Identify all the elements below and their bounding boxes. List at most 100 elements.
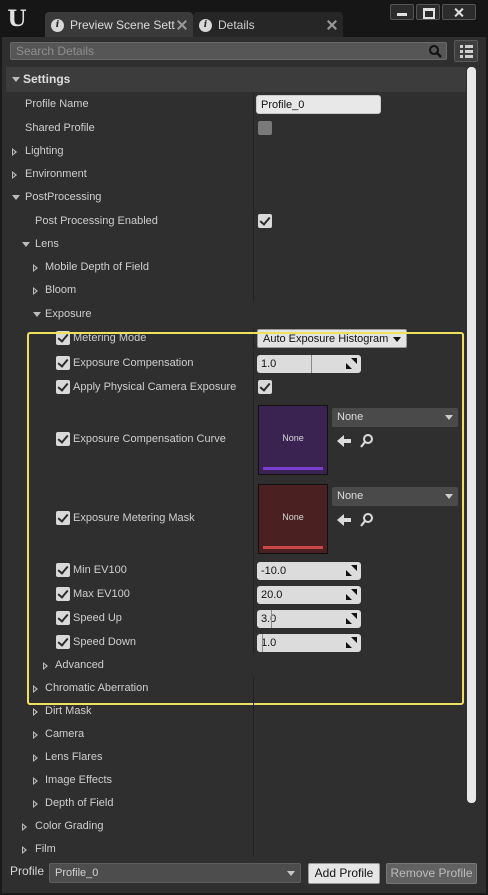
view-options-button[interactable]: [454, 40, 478, 62]
column-splitter: [253, 93, 254, 116]
row-speed-up: Speed Up 3.0: [6, 607, 466, 630]
remove-profile-button[interactable]: Remove Profile: [386, 863, 477, 884]
curve-thumbnail[interactable]: None: [258, 405, 328, 475]
close-tab-icon[interactable]: [327, 20, 337, 30]
column-splitter: [253, 479, 254, 558]
override-checkbox[interactable]: [56, 331, 70, 345]
arrow-left-icon[interactable]: [336, 433, 352, 449]
row-mobile-depth-of-field[interactable]: Mobile Depth of Field: [6, 256, 466, 279]
profile-footer: Profile Profile_0 Add Profile Remove Pro…: [2, 859, 486, 887]
chevron-down-icon: [393, 337, 401, 342]
max-ev100-field[interactable]: 20.0: [257, 586, 361, 604]
row-lighting[interactable]: Lighting: [6, 140, 466, 163]
override-checkbox[interactable]: [56, 611, 70, 625]
row-speed-down: Speed Down 1.0: [6, 631, 466, 654]
row-image-effects[interactable]: Image Effects: [6, 769, 466, 792]
override-checkbox[interactable]: [56, 356, 70, 370]
profile-name-field[interactable]: Profile_0: [256, 95, 381, 114]
minimize-button[interactable]: [390, 4, 414, 20]
apply-physical-camera-exposure-checkbox[interactable]: [258, 380, 272, 394]
shared-profile-checkbox[interactable]: [258, 121, 272, 135]
category-settings[interactable]: Settings: [6, 67, 466, 92]
row-dirt-mask[interactable]: Dirt Mask: [6, 700, 466, 723]
row-chromatic-aberration[interactable]: Chromatic Aberration: [6, 677, 466, 700]
collapsed-arrow-icon[interactable]: [22, 846, 27, 854]
metering-mode-dropdown[interactable]: Auto Exposure Histogram: [257, 329, 407, 348]
column-splitter: [253, 815, 254, 838]
collapsed-arrow-icon[interactable]: [12, 148, 17, 156]
override-checkbox[interactable]: [56, 635, 70, 649]
row-post-processing-enabled: Post Processing Enabled: [6, 210, 466, 233]
collapsed-arrow-icon[interactable]: [33, 754, 38, 762]
row-lens[interactable]: Lens: [6, 233, 466, 256]
search-input[interactable]: [16, 43, 416, 59]
override-checkbox[interactable]: [56, 587, 70, 601]
collapsed-arrow-icon[interactable]: [33, 731, 38, 739]
override-checkbox[interactable]: [56, 432, 70, 446]
tab-preview-scene-settings[interactable]: i Preview Scene Sett: [45, 12, 193, 38]
row-exposure-compensation-curve: Exposure Compensation Curve None None: [6, 400, 466, 479]
tab-details[interactable]: i Details: [193, 12, 343, 38]
vertical-scrollbar[interactable]: [467, 67, 476, 803]
row-film[interactable]: Film: [6, 838, 466, 857]
expand-arrow-icon[interactable]: [12, 195, 20, 200]
collapsed-arrow-icon[interactable]: [33, 777, 38, 785]
override-checkbox[interactable]: [56, 563, 70, 577]
row-advanced[interactable]: Advanced: [6, 654, 466, 677]
row-postprocessing[interactable]: PostProcessing: [6, 186, 466, 209]
row-environment[interactable]: Environment: [6, 163, 466, 186]
arrow-left-icon[interactable]: [336, 512, 352, 528]
maximize-button[interactable]: [416, 4, 440, 20]
drag-resize-icon: [346, 589, 357, 600]
expand-arrow-icon[interactable]: [33, 312, 41, 317]
collapsed-arrow-icon[interactable]: [33, 287, 38, 295]
search-box[interactable]: [10, 42, 447, 60]
slider-notch: [262, 634, 263, 652]
min-ev100-value: -10.0: [261, 565, 287, 577]
curve-asset-dropdown[interactable]: None: [332, 408, 458, 427]
column-splitter: [253, 352, 254, 375]
mask-asset-dropdown[interactable]: None: [332, 487, 458, 506]
column-splitter: [253, 792, 254, 815]
close-tab-icon[interactable]: [177, 20, 187, 30]
collapsed-arrow-icon[interactable]: [33, 708, 38, 716]
row-depth-of-field[interactable]: Depth of Field: [6, 792, 466, 815]
override-checkbox[interactable]: [56, 380, 70, 394]
row-max-ev100: Max EV100 20.0: [6, 583, 466, 606]
slider-notch: [311, 355, 312, 373]
override-checkbox[interactable]: [56, 511, 70, 525]
mask-thumbnail[interactable]: None: [258, 484, 328, 554]
row-exposure[interactable]: Exposure: [6, 303, 466, 326]
browse-search-icon[interactable]: [359, 433, 375, 449]
search-icon[interactable]: [429, 45, 442, 58]
post-processing-enabled-checkbox[interactable]: [258, 214, 272, 228]
row-bloom[interactable]: Bloom: [6, 279, 466, 302]
exposure-compensation-field[interactable]: 1.0: [257, 355, 361, 373]
row-color-grading[interactable]: Color Grading: [6, 815, 466, 838]
metering-mode-value: Auto Exposure Histogram: [263, 333, 389, 345]
collapsed-arrow-icon[interactable]: [12, 171, 17, 179]
column-splitter: [253, 583, 254, 606]
add-profile-button[interactable]: Add Profile: [308, 863, 380, 884]
browse-search-icon[interactable]: [359, 512, 375, 528]
collapsed-arrow-icon[interactable]: [33, 685, 38, 693]
column-splitter: [253, 376, 254, 399]
column-splitter: [253, 769, 254, 792]
collapsed-arrow-icon[interactable]: [33, 264, 38, 272]
expand-arrow-icon[interactable]: [12, 77, 20, 82]
collapsed-arrow-icon[interactable]: [22, 823, 27, 831]
collapsed-arrow-icon[interactable]: [43, 662, 48, 670]
close-window-button[interactable]: [442, 4, 476, 20]
speed-down-field[interactable]: 1.0: [257, 634, 361, 652]
chevron-down-icon: [445, 415, 453, 420]
profile-dropdown[interactable]: Profile_0: [49, 863, 301, 883]
row-metering-mode: Metering Mode Auto Exposure Histogram: [6, 327, 466, 350]
min-ev100-field[interactable]: -10.0: [257, 562, 361, 580]
speed-up-field[interactable]: 3.0: [257, 610, 361, 628]
row-camera[interactable]: Camera: [6, 723, 466, 746]
title-bar: U i Preview Scene Sett i Details: [0, 0, 488, 38]
expand-arrow-icon[interactable]: [22, 242, 30, 247]
row-lens-flares[interactable]: Lens Flares: [6, 746, 466, 769]
collapsed-arrow-icon[interactable]: [33, 800, 38, 808]
column-splitter: [253, 327, 254, 350]
